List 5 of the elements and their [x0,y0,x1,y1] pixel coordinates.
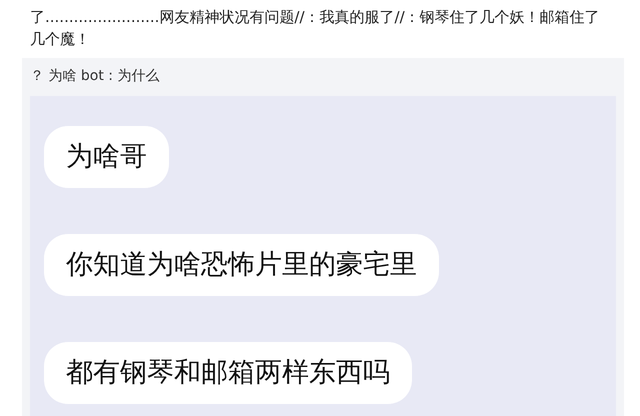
post-text: 了........................网友精神状况有问题//：我真的服了//：钢琴住了几个妖！邮箱住了几个魔！ [29,7,601,50]
repost-text: ？ 为啥 bot : 为什么 [30,67,160,86]
chat-bubble: 都有钢琴和邮箱两样东西吗 [44,342,412,404]
chat-bubble: 为啥哥 [44,126,169,188]
chat-bubble: 你知道为啥恐怖片里的豪宅里 [44,234,439,296]
